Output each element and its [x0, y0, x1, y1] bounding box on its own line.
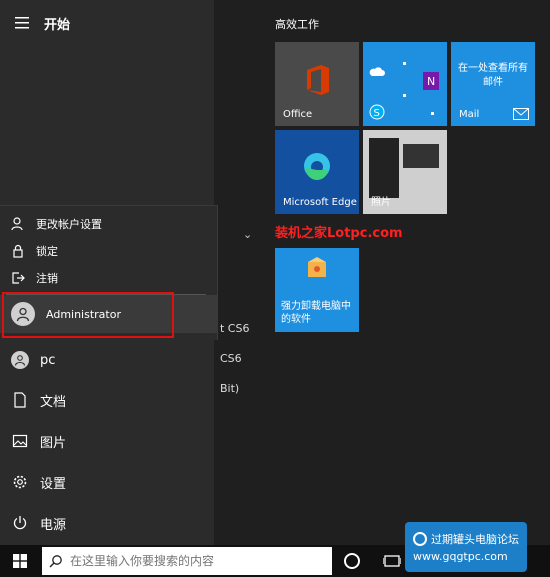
edge-logo-icon — [304, 153, 330, 180]
lock-label: 锁定 — [36, 245, 58, 258]
placeholder-dot-icon — [431, 112, 434, 115]
svg-text:N: N — [427, 75, 435, 88]
office-tile[interactable]: Office — [275, 42, 359, 126]
picture-icon — [0, 433, 40, 449]
user-pc-item[interactable]: pc — [0, 345, 214, 375]
placeholder-dot-icon — [403, 94, 406, 97]
uninstall-label: 强力卸载电脑中的软件 — [281, 301, 351, 325]
app-list-item[interactable]: Bit) — [220, 382, 239, 395]
envelope-icon — [513, 108, 529, 120]
taskbar-search-box[interactable] — [42, 547, 332, 575]
app-list-item[interactable]: CS6 — [220, 352, 242, 365]
uninstall-box-icon — [308, 257, 326, 277]
change-account-settings-item[interactable]: 更改帐户设置 — [0, 212, 218, 236]
monitor-image — [403, 144, 439, 168]
pictures-item[interactable]: 图片 — [0, 426, 214, 456]
documents-label: 文档 — [40, 394, 67, 410]
settings-label: 设置 — [40, 476, 67, 492]
office-label: Office — [283, 109, 313, 120]
photos-tile[interactable]: 照片 — [363, 130, 447, 214]
settings-item[interactable]: 设置 — [0, 467, 214, 497]
app-list-item[interactable]: t CS6 — [220, 322, 249, 335]
signout-item[interactable]: 注销 — [0, 266, 218, 290]
search-icon — [42, 554, 70, 568]
photos-label: 照片 — [371, 197, 391, 208]
document-icon — [0, 392, 40, 408]
user-avatar-icon — [11, 351, 29, 369]
placeholder-dot-icon — [403, 62, 406, 65]
signout-label: 注销 — [36, 272, 58, 285]
documents-item[interactable]: 文档 — [0, 385, 214, 415]
change-account-label: 更改帐户设置 — [36, 218, 102, 231]
mail-info-text: 在一处查看所有邮件 — [458, 63, 528, 88]
hamburger-menu-icon[interactable] — [0, 8, 44, 38]
pc-case-image — [369, 138, 399, 198]
forum-url: www.gqgtpc.com — [413, 550, 508, 563]
chevron-down-icon[interactable]: ⌄ — [243, 228, 252, 241]
power-item[interactable]: 电源 — [0, 508, 214, 538]
mail-label: Mail — [459, 109, 480, 120]
uninstall-tile[interactable]: 强力卸载电脑中的软件 — [275, 248, 359, 332]
lock-icon — [0, 244, 36, 258]
pictures-label: 图片 — [40, 435, 67, 451]
start-title: 开始 — [44, 17, 71, 33]
signout-icon — [0, 271, 36, 285]
user-label: pc — [40, 352, 56, 368]
windows-start-icon[interactable] — [8, 551, 32, 571]
tile-group-title: 高效工作 — [275, 18, 319, 31]
forum-name: 过期罐头电脑论坛 — [431, 533, 519, 546]
svg-text:S: S — [374, 108, 380, 119]
skype-icon: S — [369, 104, 385, 120]
edge-tile[interactable]: Microsoft Edge — [275, 130, 359, 214]
forum-logo-icon — [413, 532, 427, 546]
edge-label: Microsoft Edge — [283, 197, 357, 208]
forum-watermark-badge: 过期罐头电脑论坛 www.gqgtpc.com — [405, 522, 527, 572]
lock-item[interactable]: 锁定 — [0, 239, 218, 263]
power-icon — [0, 515, 40, 531]
gear-icon — [0, 474, 40, 490]
watermark-text: 装机之家Lotpc.com — [275, 226, 403, 241]
start-header: 开始 — [0, 8, 200, 38]
cortana-icon[interactable] — [344, 553, 360, 569]
office-logo-icon — [307, 65, 329, 95]
onenote-icon: N — [423, 72, 439, 90]
person-settings-icon — [0, 217, 36, 231]
highlight-box — [2, 292, 174, 338]
onedrive-icon — [369, 67, 385, 76]
search-input[interactable] — [70, 554, 320, 568]
mail-tile[interactable]: 在一处查看所有邮件 Mail — [451, 42, 535, 126]
task-view-icon[interactable] — [383, 553, 401, 569]
power-label: 电源 — [40, 517, 67, 533]
app-folder-tile[interactable]: N S — [363, 42, 447, 126]
